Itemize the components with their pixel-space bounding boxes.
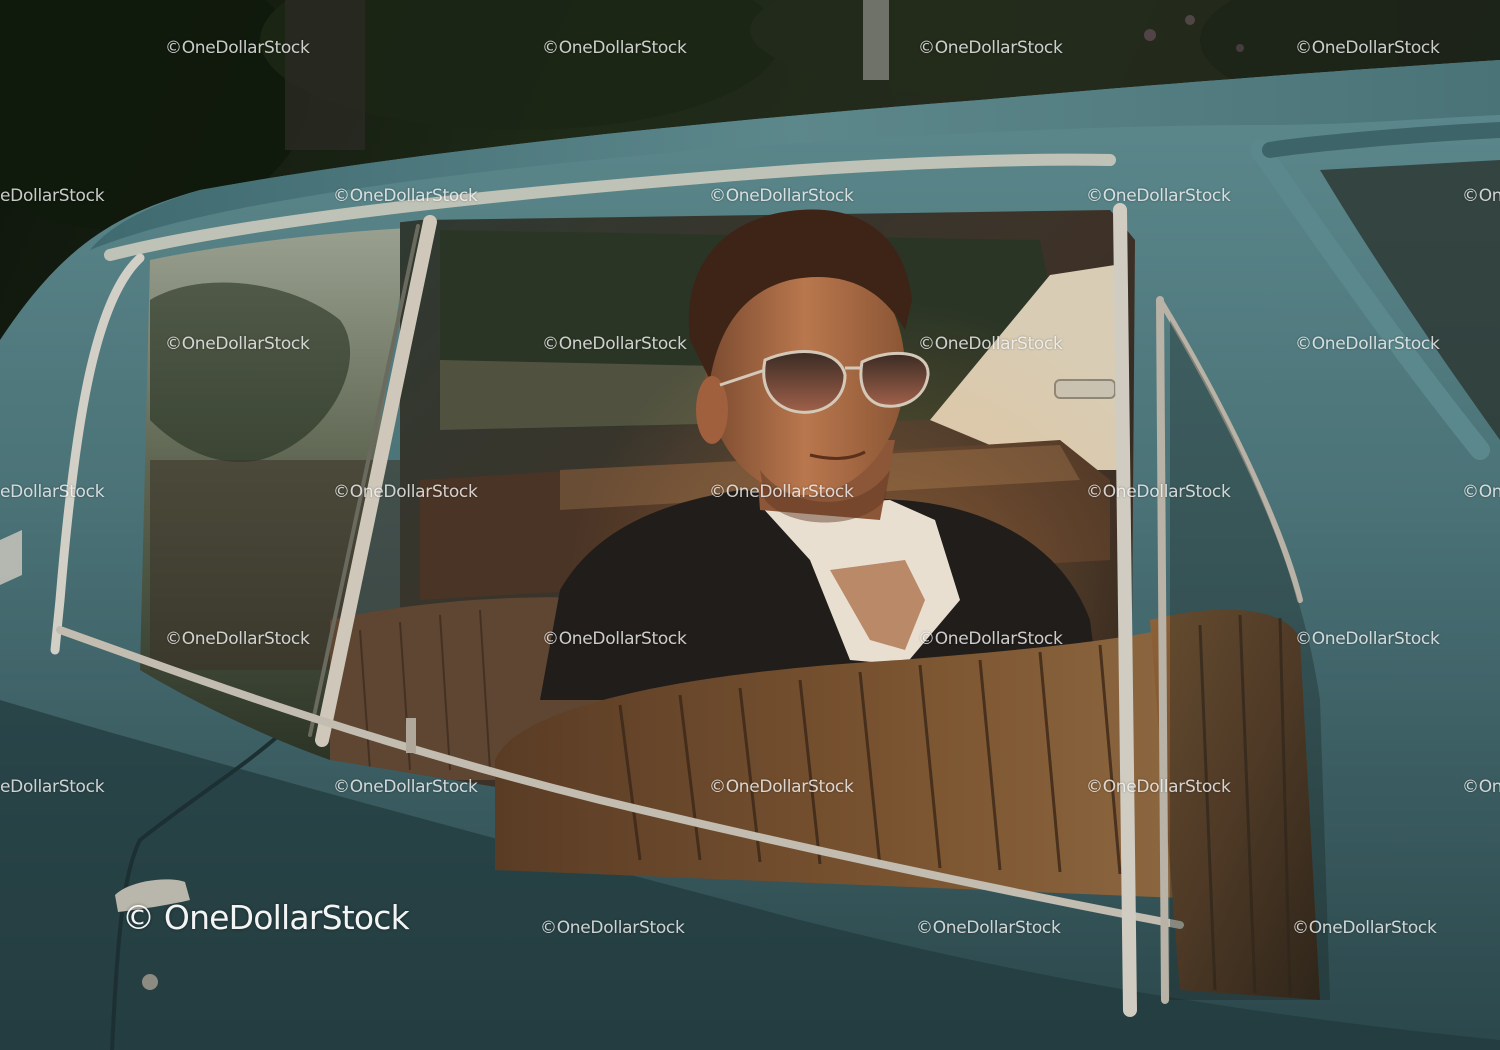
pole — [863, 0, 889, 80]
door-lock-icon — [142, 974, 158, 990]
photo-stage: ©OneDollarStock ©OneDollarStock ©OneDoll… — [0, 0, 1500, 1050]
lock-knob — [406, 718, 416, 753]
car-photo — [0, 0, 1500, 1050]
